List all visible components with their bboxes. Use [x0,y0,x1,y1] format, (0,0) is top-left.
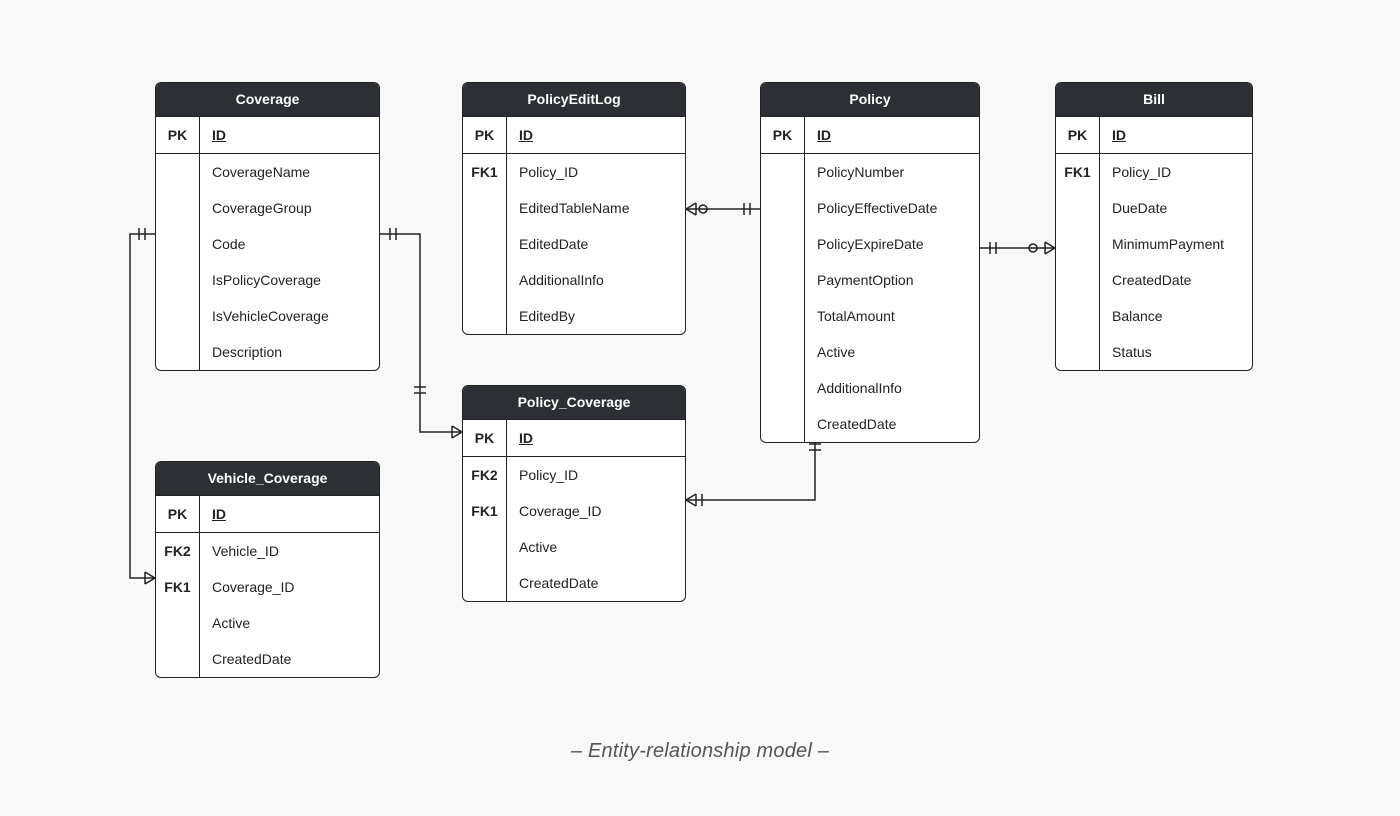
attr-cell: Code [200,226,379,262]
attr-cell: ID [200,496,379,533]
key-cell [463,226,506,262]
key-cell [761,298,804,334]
key-cell [1056,262,1099,298]
attr-cell: Coverage_ID [200,569,379,605]
entity-title: Policy_Coverage [463,386,685,420]
key-cell [761,262,804,298]
attr-cell: Policy_ID [507,457,685,493]
attr-cell: PaymentOption [805,262,979,298]
entity-body: PKFK2FK1IDVehicle_IDCoverage_IDActiveCre… [156,496,379,677]
key-cell: FK1 [463,493,506,529]
entity-coverage: Coverage PKIDCoverageNameCoverageGroupCo… [155,82,380,371]
key-cell: FK1 [156,569,199,605]
entity-body: PKFK2FK1IDPolicy_IDCoverage_IDActiveCrea… [463,420,685,601]
attr-cell: ID [1100,117,1252,154]
key-cell [156,605,199,641]
attr-cell: IsPolicyCoverage [200,262,379,298]
attr-cell: Active [507,529,685,565]
key-cell [761,406,804,442]
attr-cell: AdditionalInfo [507,262,685,298]
attr-cell: MinimumPayment [1100,226,1252,262]
key-cell: PK [156,496,199,533]
entity-title: Coverage [156,83,379,117]
entity-policy-edit-log: PolicyEditLog PKFK1IDPolicy_IDEditedTabl… [462,82,686,335]
attr-cell: PolicyNumber [805,154,979,190]
attr-cell: Status [1100,334,1252,370]
key-cell [156,190,199,226]
attr-cell: CreatedDate [200,641,379,677]
attr-cell: DueDate [1100,190,1252,226]
entity-title: PolicyEditLog [463,83,685,117]
entity-body: PKFK1IDPolicy_IDDueDateMinimumPaymentCre… [1056,117,1252,370]
key-cell: FK1 [463,154,506,190]
key-cell: PK [761,117,804,154]
key-cell [463,190,506,226]
entity-title: Policy [761,83,979,117]
key-cell: PK [156,117,199,154]
key-cell [761,154,804,190]
key-cell [156,154,199,190]
entity-policy-coverage: Policy_Coverage PKFK2FK1IDPolicy_IDCover… [462,385,686,602]
attr-cell: PolicyExpireDate [805,226,979,262]
entity-title: Vehicle_Coverage [156,462,379,496]
entity-vehicle-coverage: Vehicle_Coverage PKFK2FK1IDVehicle_IDCov… [155,461,380,678]
key-cell [1056,334,1099,370]
attr-cell: TotalAmount [805,298,979,334]
key-cell [1056,190,1099,226]
attr-cell: EditedBy [507,298,685,334]
attr-cell: ID [805,117,979,154]
key-cell [156,334,199,370]
attr-cell: PolicyEffectiveDate [805,190,979,226]
key-cell [761,226,804,262]
key-cell [463,565,506,601]
key-cell [463,529,506,565]
key-cell: PK [463,420,506,457]
key-cell [463,298,506,334]
attr-cell: ID [507,420,685,457]
attr-cell: CreatedDate [507,565,685,601]
key-cell [156,641,199,677]
attr-cell: IsVehicleCoverage [200,298,379,334]
key-cell [761,334,804,370]
key-cell [1056,298,1099,334]
attr-cell: ID [507,117,685,154]
attr-cell: CoverageName [200,154,379,190]
attr-cell: AdditionalInfo [805,370,979,406]
key-cell [761,370,804,406]
er-diagram-canvas: Coverage PKIDCoverageNameCoverageGroupCo… [0,0,1400,816]
attr-cell: Balance [1100,298,1252,334]
key-cell: FK1 [1056,154,1099,190]
key-cell: FK2 [156,533,199,569]
entity-body: PKIDCoverageNameCoverageGroupCodeIsPolic… [156,117,379,370]
key-cell [156,298,199,334]
attr-cell: Active [805,334,979,370]
attr-cell: EditedDate [507,226,685,262]
attr-cell: EditedTableName [507,190,685,226]
attr-cell: ID [200,117,379,154]
attr-cell: Description [200,334,379,370]
entity-body: PKFK1IDPolicy_IDEditedTableNameEditedDat… [463,117,685,334]
key-cell: FK2 [463,457,506,493]
attr-cell: Policy_ID [1100,154,1252,190]
attr-cell: Vehicle_ID [200,533,379,569]
entity-bill: Bill PKFK1IDPolicy_IDDueDateMinimumPayme… [1055,82,1253,371]
diagram-caption: – Entity-relationship model – [0,740,1400,763]
entity-policy: Policy PKIDPolicyNumberPolicyEffectiveDa… [760,82,980,443]
key-cell [156,262,199,298]
key-cell: PK [1056,117,1099,154]
attr-cell: Policy_ID [507,154,685,190]
key-cell [156,226,199,262]
attr-cell: CreatedDate [805,406,979,442]
entity-body: PKIDPolicyNumberPolicyEffectiveDatePolic… [761,117,979,442]
key-cell [463,262,506,298]
key-cell [761,190,804,226]
entity-title: Bill [1056,83,1252,117]
attr-cell: Active [200,605,379,641]
key-cell [1056,226,1099,262]
attr-cell: CoverageGroup [200,190,379,226]
key-cell: PK [463,117,506,154]
attr-cell: CreatedDate [1100,262,1252,298]
attr-cell: Coverage_ID [507,493,685,529]
